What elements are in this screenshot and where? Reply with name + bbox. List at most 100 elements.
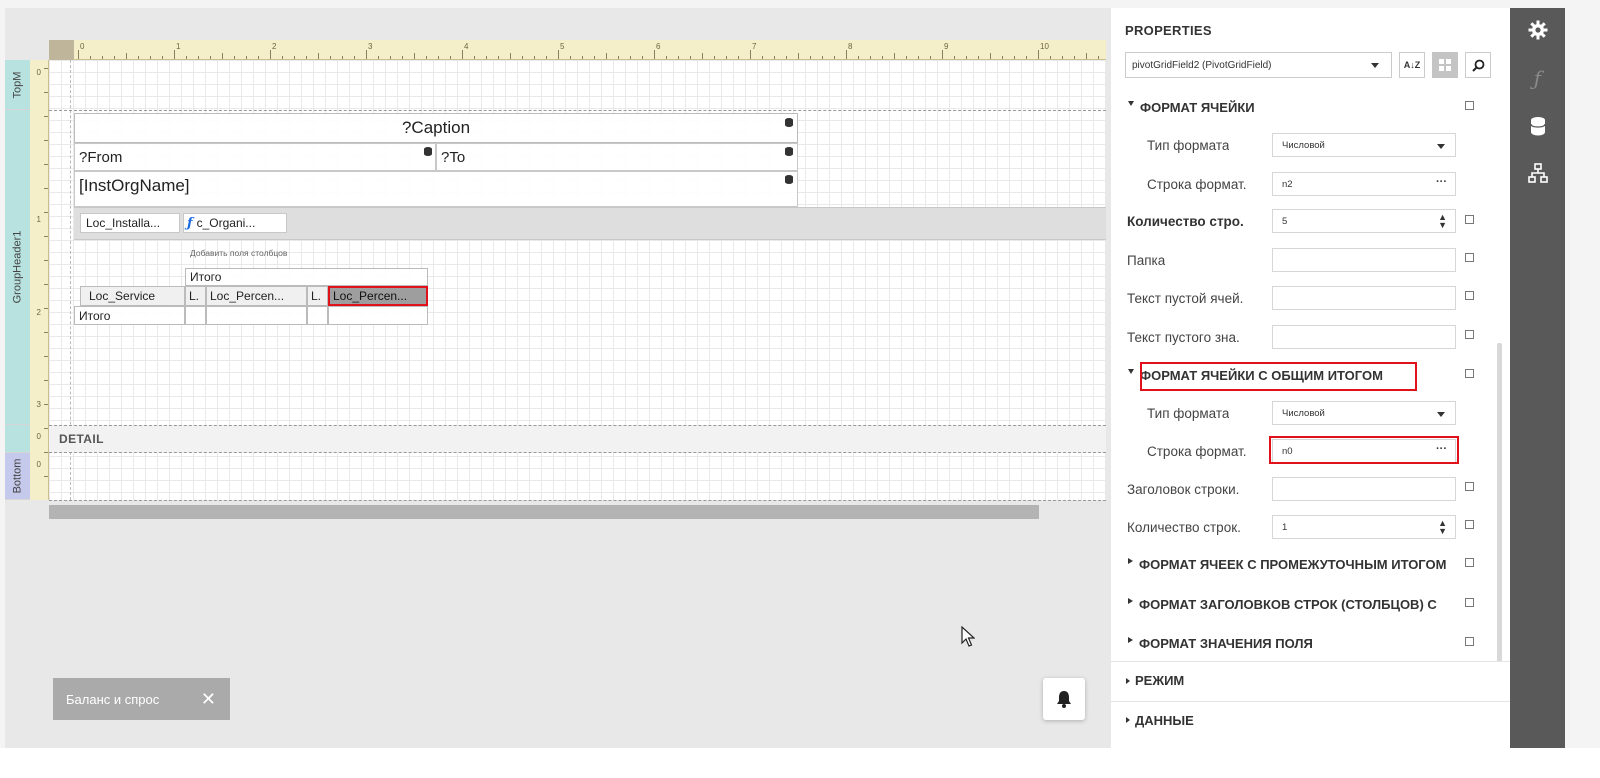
caption-field[interactable]: ?Caption bbox=[74, 113, 798, 143]
ruler-tick bbox=[834, 56, 835, 59]
pivot-data-field-short-1[interactable]: L. bbox=[185, 286, 206, 306]
sort-alphabetically-button[interactable]: A↓Z bbox=[1399, 52, 1425, 78]
section-row-column-headers-format[interactable]: ФОРМАТ ЗАГОЛОВКОВ СТРОК (СТОЛБЦОВ) С bbox=[1128, 597, 1468, 612]
property-checkbox[interactable] bbox=[1465, 253, 1474, 262]
ruler-tick bbox=[750, 50, 751, 59]
ruler-tick bbox=[44, 452, 48, 453]
spinner-icon[interactable]: ▲ ▼ bbox=[1438, 519, 1447, 536]
add-column-fields-hint[interactable]: Добавить поля столбцов bbox=[190, 248, 287, 258]
ruler-tick bbox=[390, 56, 391, 59]
gt-format-type-select[interactable]: Числовой bbox=[1272, 401, 1456, 425]
detail-band[interactable]: DETAIL bbox=[49, 425, 1106, 453]
ruler-tick bbox=[534, 56, 535, 59]
category-data[interactable]: ДАННЫЕ bbox=[1111, 701, 1510, 748]
ruler-tick bbox=[282, 56, 283, 59]
ruler-tick bbox=[738, 56, 739, 59]
chevron-down-icon bbox=[1437, 144, 1445, 149]
ruler-tick bbox=[198, 56, 199, 59]
band-label-top-margin[interactable]: TopM bbox=[5, 60, 30, 110]
empty-cell-text-input[interactable] bbox=[1272, 286, 1456, 310]
from-field[interactable]: ?From bbox=[74, 143, 436, 171]
pivot-cell[interactable] bbox=[307, 306, 328, 325]
pivot-data-field-short-2[interactable]: L. bbox=[307, 286, 328, 306]
report-tab[interactable]: Баланс и спрос ✕ bbox=[53, 678, 230, 720]
function-icon[interactable]: ƒ bbox=[187, 216, 193, 231]
property-checkbox[interactable] bbox=[1465, 291, 1474, 300]
ruler-tick bbox=[426, 56, 427, 59]
ruler-label: 0 bbox=[36, 432, 41, 441]
pivot-row-field-service[interactable]: Loc_Service bbox=[80, 286, 185, 306]
ruler-tick bbox=[966, 56, 967, 59]
chevron-down-icon bbox=[1371, 63, 1379, 68]
ruler-tick bbox=[222, 53, 223, 59]
search-button[interactable] bbox=[1465, 52, 1491, 78]
org-name-field[interactable]: [InstOrgName] bbox=[74, 171, 798, 207]
ruler-tick bbox=[798, 53, 799, 59]
ruler-tick bbox=[522, 56, 523, 59]
pivot-data-field-percent-2-selected[interactable]: Loc_Percen... bbox=[328, 286, 428, 306]
ruler-tick bbox=[258, 56, 259, 59]
horizontal-scrollbar[interactable] bbox=[49, 505, 1039, 519]
notifications-button[interactable] bbox=[1043, 678, 1085, 720]
format-string-input[interactable]: n2 ··· bbox=[1272, 172, 1456, 196]
ruler-label: 8 bbox=[848, 42, 853, 51]
ruler-tick bbox=[618, 56, 619, 59]
section-subtotal-cell-format[interactable]: ФОРМАТ ЯЧЕЕК С ПРОМЕЖУТОЧНЫМ ИТОГОМ bbox=[1128, 557, 1478, 572]
row-count-stepper[interactable]: 5 ▲ ▼ bbox=[1272, 209, 1456, 233]
section-checkbox[interactable] bbox=[1465, 637, 1474, 646]
ruler-tick bbox=[402, 56, 403, 59]
property-checkbox[interactable] bbox=[1465, 330, 1474, 339]
ruler-label: 2 bbox=[36, 308, 41, 317]
ruler-tick bbox=[702, 53, 703, 59]
properties-scrollbar[interactable] bbox=[1497, 343, 1502, 673]
folder-input[interactable] bbox=[1272, 248, 1456, 272]
gear-icon[interactable] bbox=[1510, 20, 1565, 40]
ruler-tick bbox=[642, 56, 643, 59]
pivot-cell[interactable] bbox=[328, 306, 428, 325]
band-label-bottom-margin[interactable]: Bottom bbox=[5, 453, 30, 500]
ruler-tick bbox=[474, 56, 475, 59]
pivot-cell[interactable] bbox=[185, 306, 206, 325]
close-icon[interactable]: ✕ bbox=[201, 689, 216, 710]
property-checkbox[interactable] bbox=[1465, 215, 1474, 224]
database-icon[interactable] bbox=[1510, 116, 1565, 136]
pivot-column-total-header[interactable]: Итого bbox=[185, 268, 428, 286]
section-checkbox[interactable] bbox=[1465, 598, 1474, 607]
search-icon bbox=[1471, 59, 1484, 72]
to-field[interactable]: ?To bbox=[436, 143, 798, 171]
row-count-2-stepper[interactable]: 1 ▲ ▼ bbox=[1272, 515, 1456, 539]
property-checkbox[interactable] bbox=[1465, 520, 1474, 529]
spinner-icon[interactable]: ▲ ▼ bbox=[1438, 213, 1447, 230]
ellipsis-button[interactable]: ··· bbox=[1436, 176, 1447, 188]
property-checkbox[interactable] bbox=[1465, 482, 1474, 491]
section-checkbox[interactable] bbox=[1465, 101, 1474, 110]
format-type-label: Тип формата bbox=[1147, 138, 1230, 153]
horizontal-ruler: 0 1 2 3 4 5 6 7 8 9 10 bbox=[74, 40, 1106, 60]
ruler-tick bbox=[978, 56, 979, 59]
ruler-tick bbox=[1026, 56, 1027, 59]
field-selector[interactable]: pivotGridField2 (PivotGridField) bbox=[1125, 52, 1392, 78]
band-label-detail[interactable] bbox=[5, 425, 30, 453]
band-separator bbox=[49, 500, 1106, 501]
section-checkbox[interactable] bbox=[1465, 558, 1474, 567]
empty-value-text-input[interactable] bbox=[1272, 325, 1456, 349]
highlight-box bbox=[1140, 362, 1417, 391]
ruler-tick bbox=[498, 56, 499, 59]
pivot-filter-field-organization[interactable]: ƒ c_Organi... bbox=[183, 213, 287, 233]
pivot-cell[interactable] bbox=[206, 306, 307, 325]
ruler-tick bbox=[114, 56, 115, 59]
categorized-view-button[interactable] bbox=[1432, 52, 1458, 78]
band-label-group-header[interactable]: GroupHeader1 bbox=[5, 110, 30, 425]
function-icon[interactable]: ƒ bbox=[1510, 66, 1565, 90]
row-header-label: Заголовок строки. bbox=[1127, 482, 1240, 497]
row-header-input[interactable] bbox=[1272, 477, 1456, 501]
category-mode[interactable]: РЕЖИМ bbox=[1111, 661, 1510, 699]
format-type-select[interactable]: Числовой bbox=[1272, 133, 1456, 157]
section-field-value-format[interactable]: ФОРМАТ ЗНАЧЕНИЯ ПОЛЯ bbox=[1128, 636, 1313, 651]
pivot-row-total[interactable]: Итого bbox=[74, 306, 185, 325]
section-checkbox[interactable] bbox=[1465, 369, 1474, 378]
hierarchy-icon[interactable] bbox=[1510, 163, 1565, 183]
section-cell-format[interactable]: ФОРМАТ ЯЧЕЙКИ bbox=[1128, 100, 1255, 115]
pivot-filter-field-installation[interactable]: Loc_Installa... bbox=[80, 213, 180, 233]
pivot-data-field-percent-1[interactable]: Loc_Percen... bbox=[206, 286, 307, 306]
